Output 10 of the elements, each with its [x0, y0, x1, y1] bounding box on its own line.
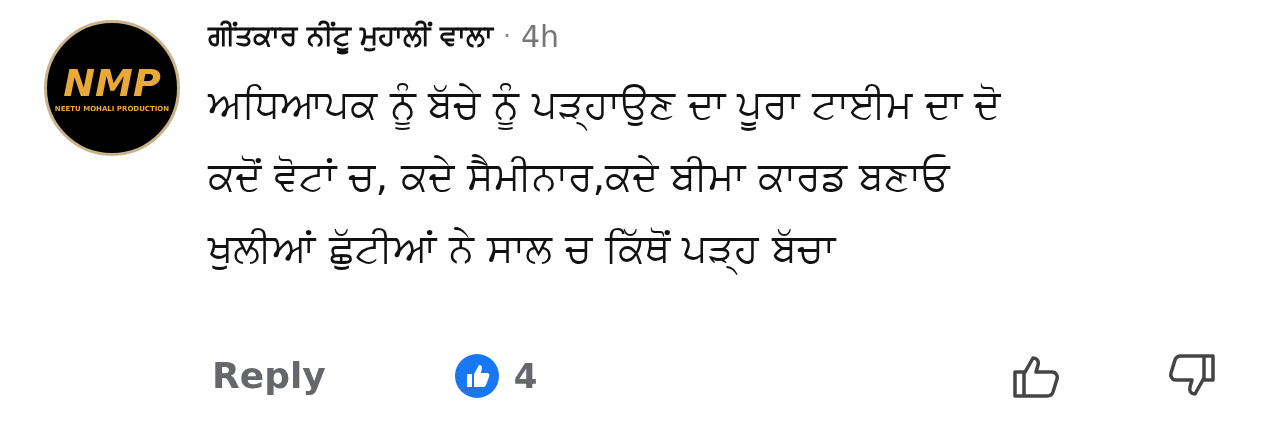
logo-mark: NMP [63, 63, 161, 102]
like-reaction-icon [453, 353, 500, 399]
reply-button[interactable]: Reply [212, 349, 326, 403]
like-count: 4 [513, 354, 538, 398]
separator-dot: · [503, 21, 511, 52]
comment-text-line: ਅਧਿਆਪਕ ਨੂੰ ਬੱਚੇ ਨੂੰ ਪੜ੍ਹਾਉਣ ਦਾ ਪੂਰਾ ਟਾਈਮ ਦਾ ਦੋ [208, 76, 1001, 132]
author-name[interactable]: ਗੀਂਤਕਾਰ ਨੀਂਟੂ ਮੁਹਾਲੀਂ ਵਾਲਾ [208, 15, 494, 57]
comment-text-line: ਕਦੋਂ ਵੋਟਾਂ ਚ, ਕਦੇ ਸੈਮੀਨਾਰ,ਕਦੇ ਬੀਮਾ ਕਾਰਡ ਬਣਾਓ [208, 152, 952, 201]
comment-time: 4h [520, 17, 559, 56]
comment-text-line: ਖੁਲੀਆਂ ਛੁੱਟੀਆਂ ਨੇ ਸਾਲ ਚ ਕਿੱਥੋਂ ਪੜ੍ਹ ਬੱਚਾ [208, 220, 1001, 276]
